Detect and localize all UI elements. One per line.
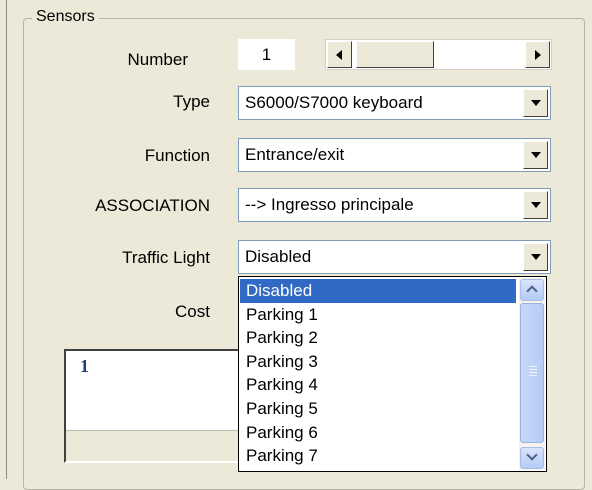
- grip-line: [529, 366, 537, 367]
- association-combobox[interactable]: --> Ingresso principale: [238, 188, 551, 222]
- traffic-light-dropdown-list[interactable]: Disabled Parking 1 Parking 2 Parking 3 P…: [238, 276, 547, 472]
- cost-label: Cost: [175, 302, 210, 321]
- dropdown-scroll-thumb[interactable]: [520, 303, 544, 443]
- traffic-light-combobox[interactable]: Disabled: [238, 240, 551, 274]
- dropdown-option-disabled[interactable]: Disabled: [240, 279, 516, 303]
- scroll-thumb[interactable]: [356, 41, 434, 68]
- sensors-listbox[interactable]: 1: [64, 349, 254, 463]
- function-dropdown-button[interactable]: [523, 141, 548, 169]
- list-item[interactable]: 1: [80, 356, 89, 377]
- association-label: ASSOCIATION: [95, 196, 210, 215]
- triangle-left-icon: [336, 50, 342, 60]
- type-combobox[interactable]: S6000/S7000 keyboard: [238, 86, 551, 120]
- window-edge: [6, 0, 7, 479]
- triangle-down-icon: [531, 152, 541, 158]
- function-combobox[interactable]: Entrance/exit: [238, 138, 551, 172]
- grip-line: [529, 369, 537, 370]
- scroll-left-button[interactable]: [327, 41, 352, 68]
- dropdown-option-parking-7[interactable]: Parking 7: [240, 444, 516, 468]
- number-label: Number: [127, 50, 188, 69]
- chevron-down-icon: [526, 449, 538, 461]
- type-label: Type: [173, 92, 210, 111]
- scroll-right-button[interactable]: [525, 41, 550, 68]
- traffic-light-value: Disabled: [245, 247, 312, 266]
- grip-line: [529, 375, 537, 376]
- dropdown-option-parking-2[interactable]: Parking 2: [240, 326, 516, 350]
- triangle-right-icon: [535, 50, 541, 60]
- triangle-down-icon: [531, 202, 541, 208]
- triangle-down-icon: [531, 100, 541, 106]
- traffic-light-label: Traffic Light: [122, 248, 210, 267]
- number-scrollbar[interactable]: [325, 39, 552, 70]
- grip-line: [529, 372, 537, 373]
- dropdown-option-parking-5[interactable]: Parking 5: [240, 397, 516, 421]
- association-dropdown-button[interactable]: [523, 191, 548, 219]
- chevron-up-icon: [526, 285, 538, 297]
- association-value: --> Ingresso principale: [245, 195, 414, 214]
- dropdown-option-parking-1[interactable]: Parking 1: [240, 303, 516, 327]
- function-label: Function: [144, 146, 210, 165]
- function-value: Entrance/exit: [245, 145, 345, 164]
- type-dropdown-button[interactable]: [523, 89, 548, 117]
- dropdown-option-parking-3[interactable]: Parking 3: [240, 350, 516, 374]
- triangle-down-icon: [531, 254, 541, 260]
- scroll-up-button[interactable]: [520, 279, 544, 301]
- dropdown-option-parking-6[interactable]: Parking 6: [240, 421, 516, 445]
- number-field[interactable]: 1: [238, 39, 295, 70]
- dropdown-option-parking-4[interactable]: Parking 4: [240, 373, 516, 397]
- dropdown-scrollbar[interactable]: [519, 278, 545, 470]
- listbox-footer: [66, 430, 252, 461]
- scroll-down-button[interactable]: [520, 447, 544, 469]
- groupbox-title: Sensors: [32, 7, 99, 27]
- type-value: S6000/S7000 keyboard: [245, 93, 423, 112]
- traffic-light-dropdown-button[interactable]: [523, 243, 548, 271]
